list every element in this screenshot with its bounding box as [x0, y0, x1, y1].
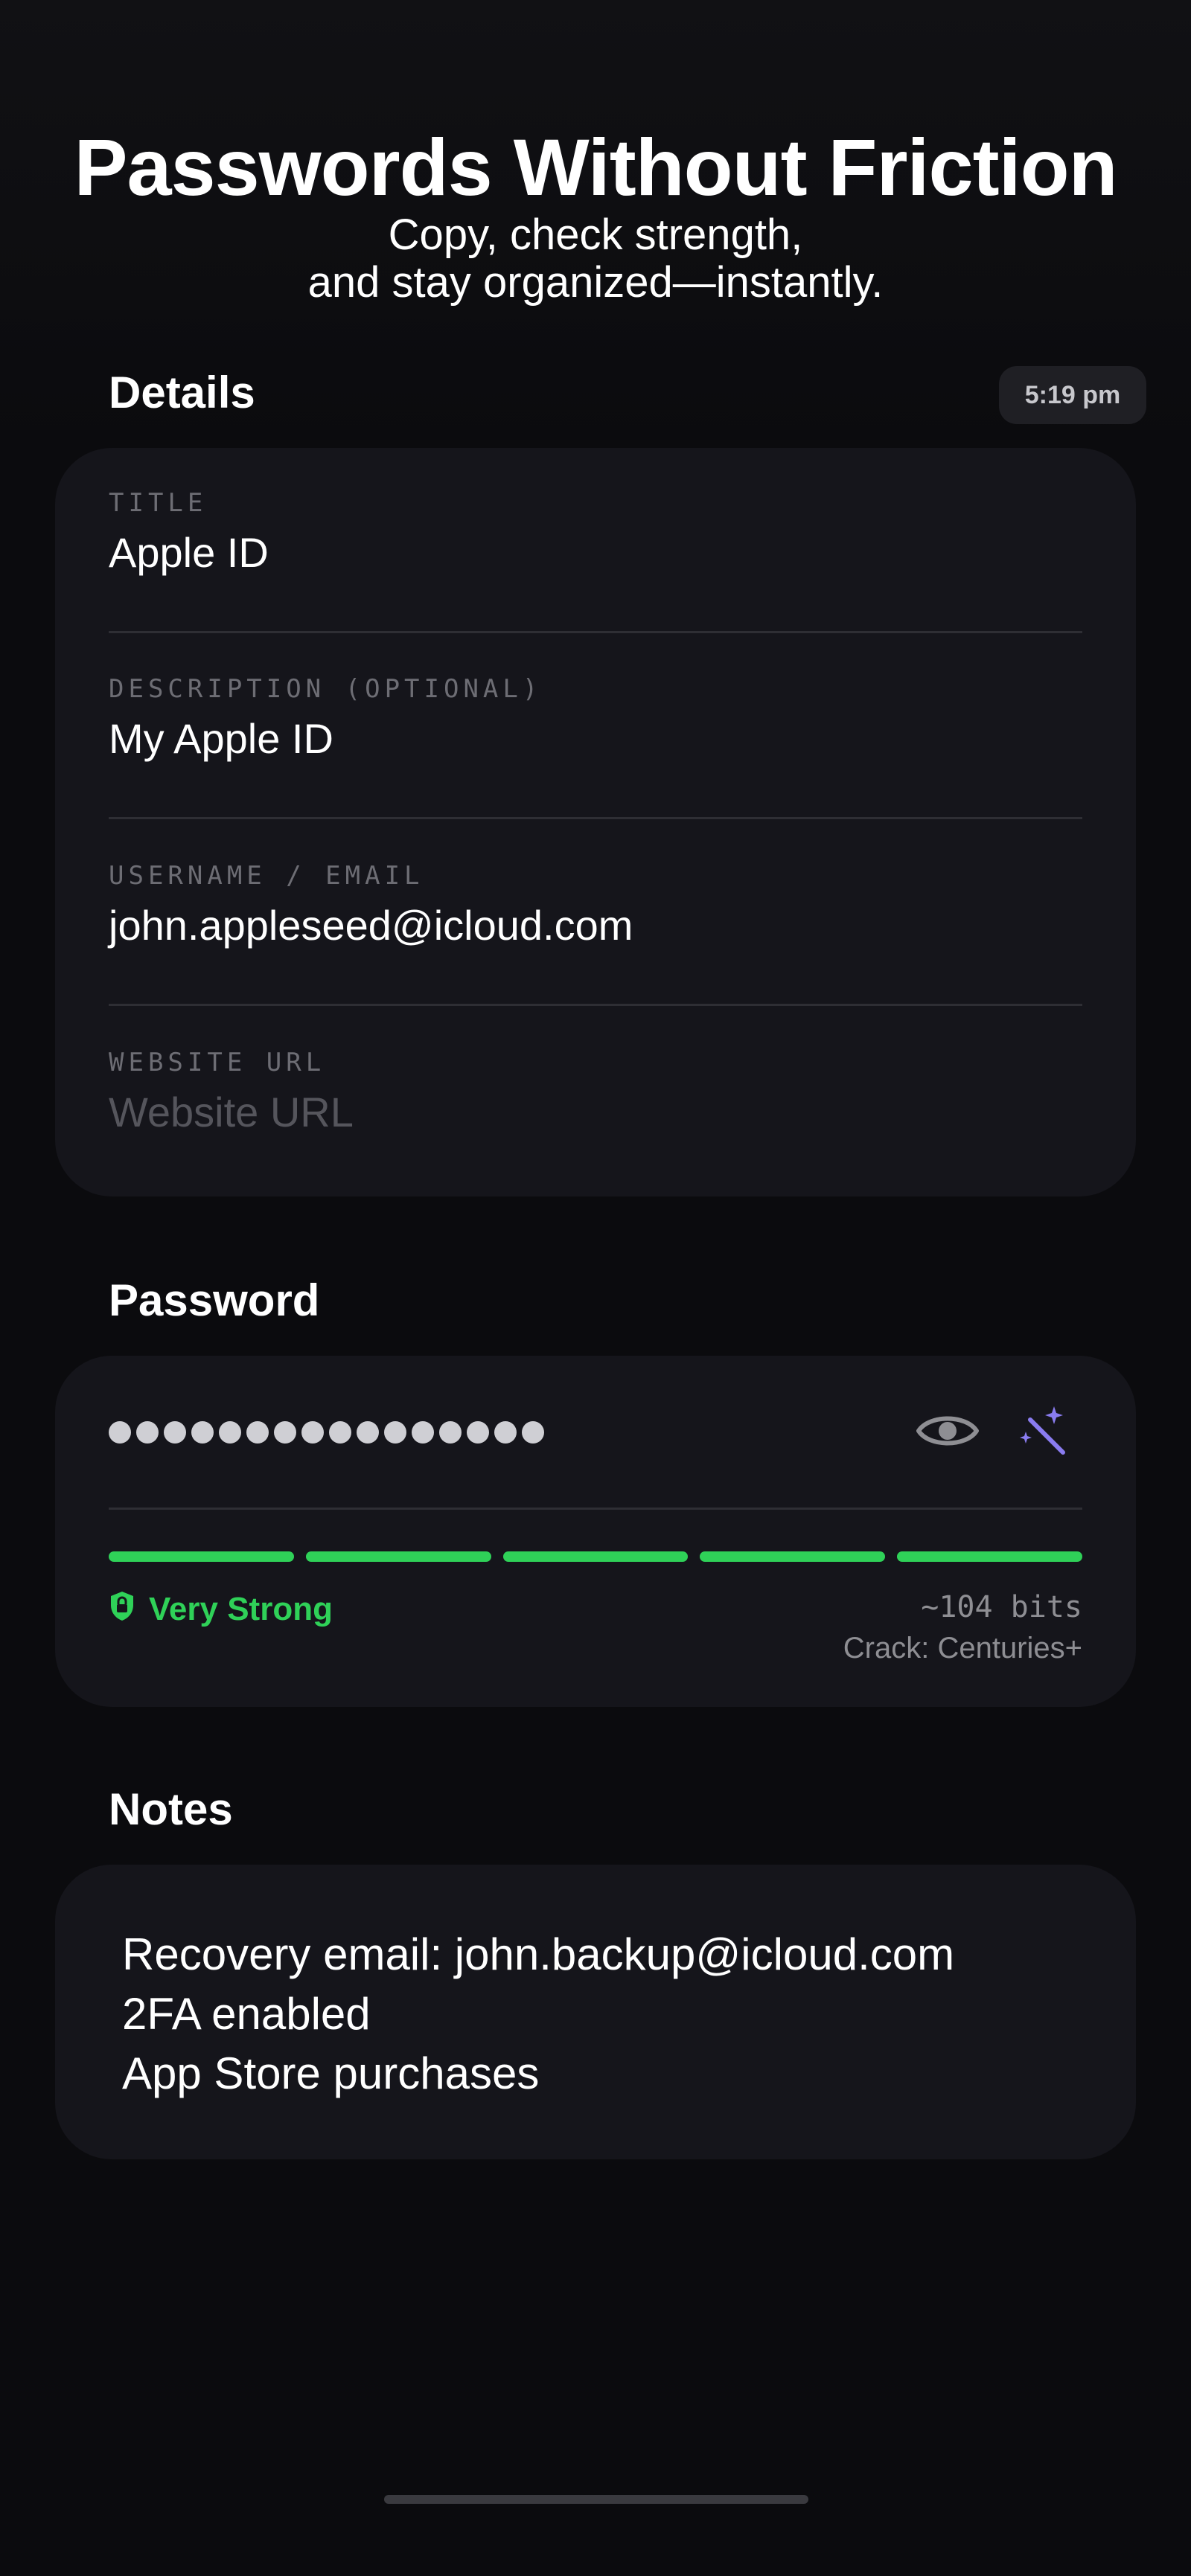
password-mask-dot: [357, 1421, 379, 1444]
strength-label-text: Very Strong: [149, 1591, 333, 1627]
strength-segment: [109, 1551, 294, 1562]
title-field-label: TITLE: [109, 488, 208, 518]
generate-password-button[interactable]: [1017, 1405, 1069, 1460]
title-field[interactable]: TITLE Apple ID: [109, 488, 1082, 600]
strength-segment: [700, 1551, 886, 1562]
notes-section-title: Notes: [109, 1784, 233, 1834]
password-mask-dot: [109, 1421, 131, 1444]
password-mask-dot: [412, 1421, 434, 1444]
strength-segment: [897, 1551, 1082, 1562]
password-mask-dot: [191, 1421, 214, 1444]
details-card: TITLE Apple ID DESCRIPTION (OPTIONAL) My…: [55, 448, 1136, 1196]
password-detail-screen: Passwords Without Friction Copy, check s…: [0, 0, 1191, 2576]
magic-wand-icon: [1018, 1405, 1067, 1461]
details-divider-1: [109, 631, 1082, 633]
password-mask-dot: [136, 1421, 159, 1444]
password-mask-dot: [274, 1421, 296, 1444]
strength-indicator: Very Strong: [109, 1589, 333, 1630]
password-mask-dot: [439, 1421, 462, 1444]
website-url-field-placeholder[interactable]: Website URL: [109, 1088, 354, 1137]
password-divider: [109, 1508, 1082, 1510]
username-email-field-value[interactable]: john.appleseed@icloud.com: [109, 901, 633, 950]
hero-subtitle: Copy, check strength, and stay organized…: [0, 211, 1191, 307]
password-mask-dot: [467, 1421, 489, 1444]
masked-password-field[interactable]: [109, 1414, 544, 1451]
website-url-field[interactable]: WEBSITE URL Website URL: [109, 1048, 1082, 1159]
show-password-button[interactable]: [914, 1406, 981, 1458]
hero-subtitle-line-2: and stay organized—instantly.: [307, 258, 884, 307]
website-url-field-label: WEBSITE URL: [109, 1048, 326, 1077]
note-line[interactable]: 2FA enabled: [122, 1984, 371, 2044]
password-mask-dot: [384, 1421, 406, 1444]
password-mask-dot: [219, 1421, 241, 1444]
password-mask-dot: [494, 1421, 517, 1444]
details-divider-2: [109, 817, 1082, 819]
note-line[interactable]: App Store purchases: [122, 2044, 539, 2104]
home-indicator: [384, 2495, 808, 2504]
entropy-bits: ~104 bits: [921, 1590, 1082, 1624]
strength-segment: [305, 1551, 491, 1562]
details-section-title: Details: [109, 368, 255, 417]
password-mask-dot: [164, 1421, 186, 1444]
note-line[interactable]: Recovery email: john.backup@icloud.com: [122, 1925, 954, 1984]
details-divider-3: [109, 1004, 1082, 1006]
hero-subtitle-line-1: Copy, check strength,: [388, 211, 803, 259]
username-email-field[interactable]: USERNAME / EMAIL john.appleseed@icloud.c…: [109, 861, 1082, 973]
password-mask-dot: [301, 1421, 324, 1444]
password-mask-dot: [522, 1421, 544, 1444]
password-mask-dot: [329, 1421, 351, 1444]
eye-icon: [916, 1409, 980, 1457]
password-mask-dot: [246, 1421, 269, 1444]
strength-segment: [502, 1551, 689, 1562]
username-email-field-label: USERNAME / EMAIL: [109, 861, 424, 891]
shield-lock-icon: [109, 1590, 135, 1630]
crack-time: Crack: Centuries+: [843, 1632, 1082, 1665]
hero-title: Passwords Without Friction: [74, 122, 1117, 212]
description-field-value[interactable]: My Apple ID: [109, 714, 333, 763]
description-field-label: DESCRIPTION (OPTIONAL): [109, 674, 543, 704]
title-field-value[interactable]: Apple ID: [109, 528, 269, 577]
time-badge: 5:19 pm: [999, 366, 1146, 424]
description-field[interactable]: DESCRIPTION (OPTIONAL) My Apple ID: [109, 674, 1082, 786]
password-section-title: Password: [109, 1275, 320, 1325]
